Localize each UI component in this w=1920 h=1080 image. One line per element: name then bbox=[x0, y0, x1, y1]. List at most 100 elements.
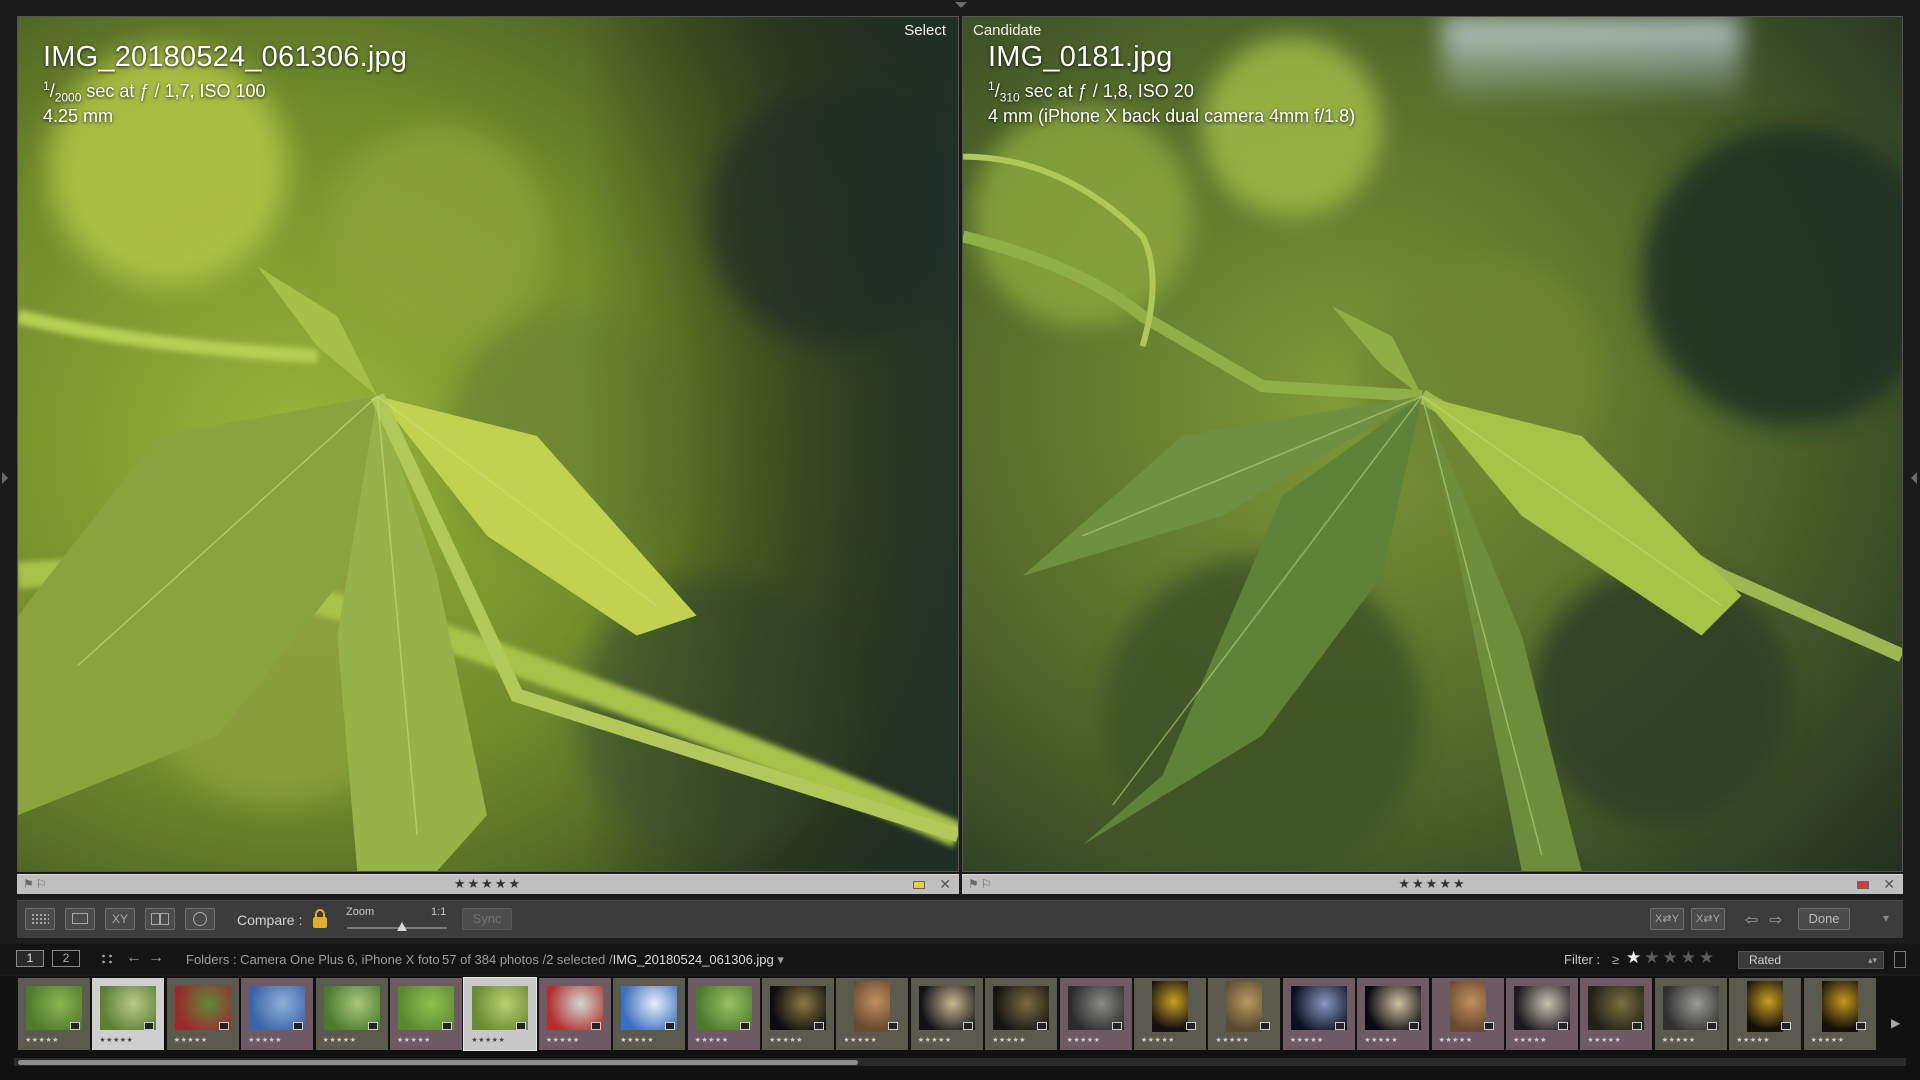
candidate-close-icon[interactable]: ✕ bbox=[1883, 876, 1895, 893]
select-close-icon[interactable]: ✕ bbox=[939, 876, 951, 893]
filmstrip-scrollbar-thumb[interactable] bbox=[18, 1060, 858, 1065]
select-pane[interactable]: Select IMG_20180524_061306.jpg 1/2000 se… bbox=[17, 16, 959, 872]
filmstrip-thumbnail[interactable]: ★★★★★ bbox=[1654, 978, 1727, 1050]
zoom-slider-handle[interactable] bbox=[397, 922, 407, 931]
thumbnail-rating: ★★★★★ bbox=[1587, 1037, 1622, 1044]
thumbnail-rating: ★★★★★ bbox=[1661, 1037, 1696, 1044]
compare-label: Compare : bbox=[237, 912, 303, 928]
select-rating-bar: ⚑⚐ ★★★★★ ✕ bbox=[17, 874, 959, 894]
make-select-button[interactable]: X⇄Y bbox=[1691, 908, 1725, 930]
filmstrip-header: 1 2 ← → Folders : Camera One Plus 6, iPh… bbox=[0, 944, 1920, 974]
filter-star-off[interactable]: ★★★★ bbox=[1644, 948, 1717, 967]
filter-star-rating[interactable]: ★★★★★ bbox=[1626, 948, 1717, 968]
thumbnail-rating: ★★★★★ bbox=[694, 1037, 729, 1044]
filmstrip-thumbnail[interactable]: ★★★★★ bbox=[1431, 978, 1504, 1050]
thumbnail-rating: ★★★★★ bbox=[1736, 1037, 1771, 1044]
compare-view-button[interactable]: XY bbox=[105, 908, 135, 930]
right-panel-toggle-icon[interactable] bbox=[1911, 472, 1917, 484]
filmstrip-thumbnail[interactable]: ★★★★★ bbox=[1506, 978, 1578, 1050]
secondary-window-button[interactable]: 2 bbox=[52, 950, 80, 967]
filmstrip-thumbnail[interactable]: ★★★★★ bbox=[92, 978, 165, 1050]
candidate-pane[interactable]: Candidate IMG_0181.jpg 1/310 sec at ƒ / … bbox=[962, 16, 1903, 872]
filmstrip[interactable]: ★★★★★ ★★★★★ ★★★★★ ★★★★★ ★★★★★ ★★★★★ ★★★★★ ★★★★★… bbox=[0, 976, 1920, 1080]
survey-view-button[interactable] bbox=[145, 908, 175, 930]
filmstrip-thumbnail[interactable]: ★★★★★ bbox=[910, 978, 983, 1050]
select-previous-icon[interactable]: ⇦ bbox=[1745, 910, 1758, 930]
filmstrip-scroll-right-icon[interactable]: ▶ bbox=[1891, 1016, 1900, 1030]
lock-icon[interactable] bbox=[312, 909, 328, 929]
filter-operator[interactable]: ≥ bbox=[1612, 952, 1619, 967]
loupe-view-button[interactable] bbox=[65, 908, 95, 930]
filmstrip-thumbnail[interactable]: ★★★★★ bbox=[836, 978, 909, 1050]
filmstrip-thumbnail[interactable]: ★★★★★ bbox=[315, 978, 388, 1050]
candidate-rating-stars[interactable]: ★★★★★ bbox=[962, 876, 1903, 892]
select-next-icon[interactable]: ⇨ bbox=[1769, 910, 1782, 930]
filmstrip-thumbnail[interactable]: ★★★★★ bbox=[18, 978, 90, 1050]
edited-badge-icon bbox=[70, 1022, 80, 1030]
filmstrip-thumbnail[interactable]: ★★★★★ bbox=[1803, 978, 1876, 1050]
filmstrip-thumbnail[interactable]: ★★★★★ bbox=[538, 978, 611, 1050]
top-panel-toggle-icon[interactable] bbox=[955, 2, 967, 8]
select-exposure: 1/2000 sec at ƒ / 1,7, ISO 100 bbox=[43, 79, 266, 105]
edited-badge-icon bbox=[814, 1022, 824, 1030]
thumbnail-rating: ★★★★★ bbox=[843, 1037, 878, 1044]
filter-preset-select[interactable]: Rated ▴▾ bbox=[1738, 951, 1884, 969]
edited-badge-icon bbox=[1334, 1022, 1345, 1030]
thumbnail-rating: ★★★★★ bbox=[545, 1037, 580, 1044]
people-view-button[interactable] bbox=[185, 908, 215, 930]
thumbnail-rating: ★★★★★ bbox=[992, 1037, 1027, 1044]
back-arrow-icon[interactable]: ← bbox=[126, 949, 142, 967]
edited-badge-icon bbox=[293, 1022, 304, 1030]
select-color-label[interactable] bbox=[913, 881, 925, 889]
grid-view-button[interactable] bbox=[25, 908, 55, 930]
filmstrip-thumbnail[interactable]: ★★★★★ bbox=[1580, 978, 1653, 1050]
filmstrip-thumbnail[interactable]: ★★★★★ bbox=[687, 978, 760, 1050]
filter-lock-icon[interactable] bbox=[1894, 951, 1906, 968]
edited-badge-icon bbox=[1186, 1022, 1196, 1030]
selection-dropdown-icon[interactable]: ▾ bbox=[774, 952, 784, 967]
filmstrip-thumbnail[interactable]: ★★★★★ bbox=[985, 978, 1058, 1050]
forward-arrow-icon[interactable]: → bbox=[148, 949, 164, 967]
candidate-color-label[interactable] bbox=[1857, 881, 1869, 889]
primary-window-button[interactable]: 1 bbox=[16, 950, 44, 967]
filmstrip-thumbnail[interactable]: ★★★★★ bbox=[1357, 978, 1430, 1050]
filmstrip-thumbnail[interactable]: ★★★★★ bbox=[613, 978, 686, 1050]
toolbar-menu-chevron-icon[interactable]: ▾ bbox=[1883, 911, 1889, 925]
loupe-icon bbox=[72, 913, 88, 924]
edited-badge-icon bbox=[590, 1022, 601, 1030]
filmstrip-thumbnail[interactable]: ★★★★★ bbox=[1134, 978, 1206, 1050]
filmstrip-thumbnail[interactable]: ★★★★★ bbox=[463, 977, 538, 1051]
done-button[interactable]: Done bbox=[1798, 908, 1850, 930]
sync-button[interactable]: Sync bbox=[462, 908, 512, 930]
filmstrip-thumbnail[interactable]: ★★★★★ bbox=[762, 978, 834, 1050]
survey-icon bbox=[151, 913, 169, 925]
filmstrip-thumbnail[interactable]: ★★★★★ bbox=[241, 978, 314, 1050]
photo-count[interactable]: 57 of 384 photos /2 selected /IMG_201805… bbox=[442, 952, 784, 968]
filmstrip-thumbnail[interactable]: ★★★★★ bbox=[1208, 978, 1281, 1050]
left-panel-toggle-icon[interactable] bbox=[2, 472, 8, 484]
edited-badge-icon bbox=[1111, 1022, 1122, 1030]
thumbnail-rating: ★★★★★ bbox=[248, 1037, 283, 1044]
filter-star-on[interactable]: ★ bbox=[1626, 948, 1644, 967]
select-rating-stars[interactable]: ★★★★★ bbox=[17, 876, 959, 892]
thumbnail-rating: ★★★★★ bbox=[1438, 1037, 1473, 1044]
select-filename: IMG_20180524_061306.jpg bbox=[43, 41, 408, 73]
filmstrip-thumbnail[interactable]: ★★★★★ bbox=[1059, 978, 1132, 1050]
edited-badge-icon bbox=[1632, 1022, 1643, 1030]
thumbnail-image bbox=[1449, 981, 1486, 1032]
candidate-shutter-den: 310 bbox=[999, 90, 1020, 105]
edited-badge-icon bbox=[218, 1022, 229, 1030]
edited-badge-icon bbox=[442, 1022, 452, 1030]
filmstrip-thumbnail[interactable]: ★★★★★ bbox=[390, 978, 462, 1050]
filmstrip-thumbnail[interactable]: ★★★★★ bbox=[166, 978, 239, 1050]
thumbnail-rating: ★★★★★ bbox=[1513, 1037, 1547, 1044]
filmstrip-thumbnail[interactable]: ★★★★★ bbox=[1282, 978, 1355, 1050]
source-breadcrumb[interactable]: Folders : Camera One Plus 6, iPhone X fo… bbox=[186, 952, 440, 967]
filmstrip-thumbnail[interactable]: ★★★★★ bbox=[1729, 978, 1802, 1050]
grid-icon bbox=[31, 913, 49, 925]
thumbnail-rating: ★★★★★ bbox=[1141, 1037, 1175, 1044]
library-grid-icon[interactable] bbox=[100, 953, 114, 965]
swap-button[interactable]: X⇄Y bbox=[1650, 908, 1684, 930]
edited-badge-icon bbox=[962, 1022, 973, 1030]
select-photo-info: IMG_20180524_061306.jpg 1/2000 sec at ƒ … bbox=[43, 41, 407, 127]
